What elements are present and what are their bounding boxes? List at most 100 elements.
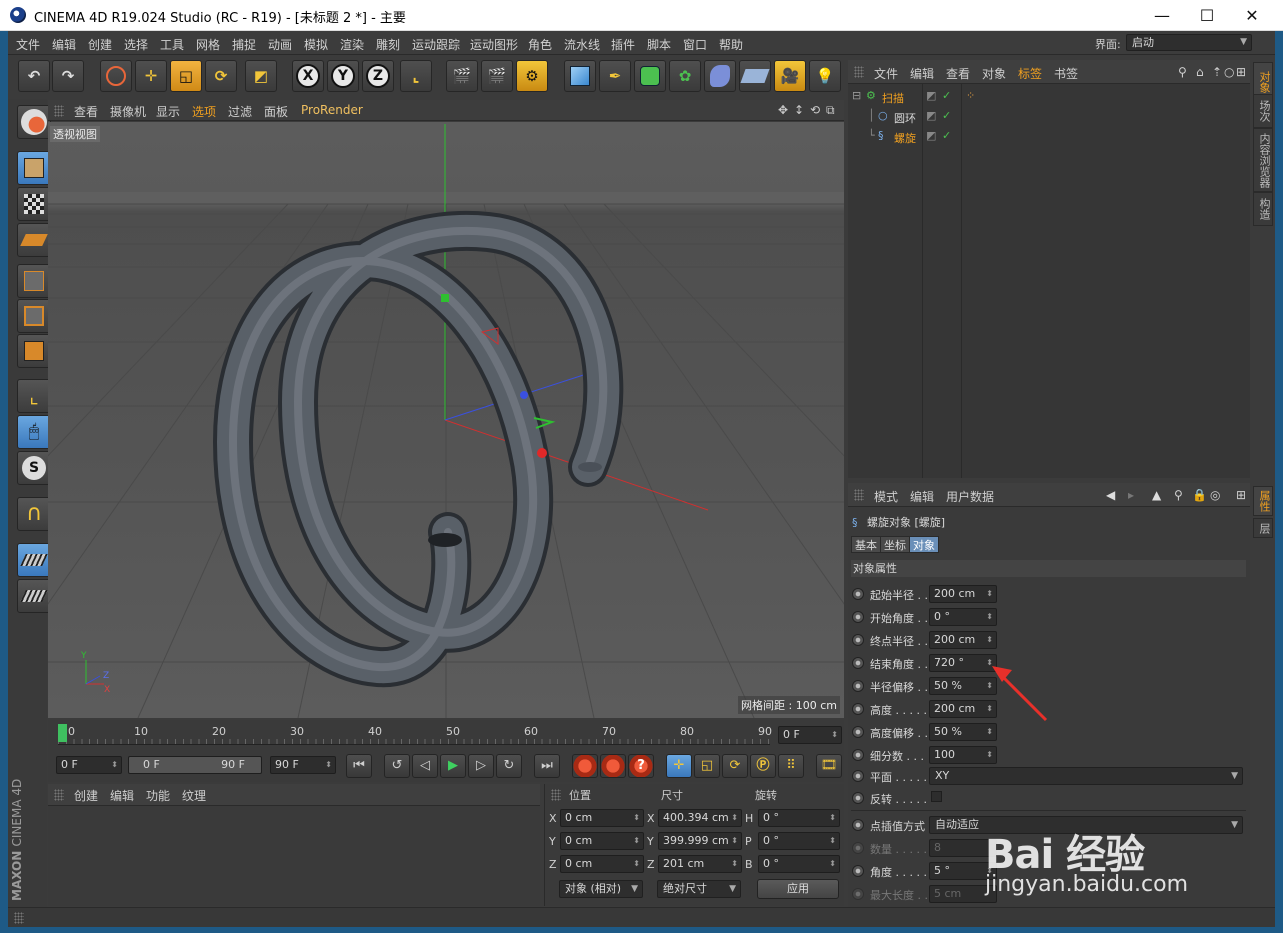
material-menu-create[interactable]: 创建 — [74, 787, 98, 804]
start-frame-field[interactable]: 0 F ⬍ — [56, 756, 122, 774]
object-name[interactable]: 扫描 — [882, 90, 904, 106]
rot-h-field[interactable]: 0 ° ⬍ — [758, 809, 840, 827]
end-radius-field[interactable]: 200 cm ⬍ — [929, 631, 997, 649]
menu-edit[interactable]: 编辑 — [52, 36, 76, 53]
edges-mode-button[interactable] — [17, 299, 51, 333]
frame-range-slider[interactable]: 0 F 90 F — [128, 756, 262, 774]
coordinate-system-button[interactable]: ⌞ — [400, 60, 432, 92]
animate-radio-icon[interactable] — [852, 634, 864, 646]
size-z-field[interactable]: 201 cm ⬍ — [658, 855, 742, 873]
plane-select[interactable]: XY ▼ — [929, 767, 1243, 785]
up-arrow-icon[interactable]: ▲ — [1152, 488, 1161, 502]
redo-button[interactable]: ↷ — [52, 60, 84, 92]
animate-radio-icon[interactable] — [852, 749, 864, 761]
polygons-mode-button[interactable] — [17, 334, 51, 368]
material-menu-edit[interactable]: 编辑 — [110, 787, 134, 804]
drag-handle-icon[interactable] — [54, 105, 64, 117]
timeline-ruler[interactable]: 0 10 20 30 40 50 60 70 80 90 0 F ⬍ — [48, 720, 844, 750]
animate-radio-icon[interactable] — [852, 680, 864, 692]
right-tab-takes[interactable]: 场次 — [1253, 94, 1273, 128]
search-icon[interactable]: ⚲ — [1178, 65, 1187, 79]
back-arrow-icon[interactable]: ◀ — [1106, 488, 1115, 502]
start-angle-field[interactable]: 0 ° ⬍ — [929, 608, 997, 626]
menu-help[interactable]: 帮助 — [719, 36, 743, 53]
end-angle-field[interactable]: 720 ° ⬍ — [929, 654, 997, 672]
visibility-icon[interactable]: ◩ — [926, 129, 936, 142]
viewport-menu-camera[interactable]: 摄像机 — [110, 103, 146, 120]
snap-button[interactable]: S — [17, 451, 51, 485]
visibility-icon[interactable]: ◩ — [926, 109, 936, 122]
previous-frame-button[interactable]: ◁ — [412, 754, 438, 778]
lock-icon[interactable]: ○ — [1224, 65, 1234, 79]
coordinate-mode-select[interactable]: 对象 (相对) ▼ — [559, 880, 643, 898]
tab-object[interactable]: 对象 — [909, 536, 939, 553]
move-tool-button[interactable]: ✛ — [135, 60, 167, 92]
animate-radio-icon[interactable] — [852, 770, 864, 782]
workplane-button[interactable] — [17, 223, 51, 257]
enabled-check-icon[interactable]: ✓ — [942, 129, 951, 142]
render-picture-viewer-button[interactable]: 🎬 — [481, 60, 513, 92]
z-handle[interactable] — [520, 391, 528, 399]
object-row-circle[interactable]: │ ○ 圆环 ◩ ✓ — [848, 106, 1250, 126]
next-key-button[interactable]: ↻ — [496, 754, 522, 778]
object-list[interactable]: ⊟ ⚙ 扫描 ◩ ✓ ⁘ │ ○ 圆环 ◩ ✓ └ § 螺旋 ◩ ✓ — [848, 84, 1250, 478]
right-tab-structure[interactable]: 构造 — [1253, 192, 1273, 226]
enabled-check-icon[interactable]: ✓ — [942, 89, 951, 102]
menu-mesh[interactable]: 网格 — [196, 36, 220, 53]
lock-icon[interactable]: 🔒 — [1192, 488, 1207, 502]
forward-arrow-icon[interactable]: ▸ — [1128, 488, 1134, 502]
om-menu-view[interactable]: 查看 — [946, 65, 970, 82]
object-row-sweep[interactable]: ⊟ ⚙ 扫描 ◩ ✓ ⁘ — [848, 86, 1250, 106]
texture-mode-button[interactable] — [17, 187, 51, 221]
viewport-menu-filter[interactable]: 过滤 — [228, 103, 252, 120]
play-button[interactable]: ▶ — [440, 754, 466, 778]
menu-create[interactable]: 创建 — [88, 36, 112, 53]
recent-tool-button[interactable]: ◩ — [245, 60, 277, 92]
target-icon[interactable]: ◎ — [1210, 488, 1220, 502]
animate-radio-icon[interactable] — [852, 726, 864, 738]
workplane-lock-button[interactable] — [17, 543, 51, 577]
magnet-button[interactable]: ∩ — [17, 497, 51, 531]
up-icon[interactable]: ⇡ — [1212, 65, 1222, 79]
size-x-field[interactable]: 400.394 cm ⬍ — [658, 809, 742, 827]
om-menu-bookmarks[interactable]: 书签 — [1054, 65, 1078, 82]
rot-p-field[interactable]: 0 ° ⬍ — [758, 832, 840, 850]
viewport-menu-view[interactable]: 查看 — [74, 103, 98, 120]
go-to-end-button[interactable]: ⏭ — [534, 754, 560, 778]
drag-handle-icon[interactable] — [54, 789, 64, 801]
am-menu-user-data[interactable]: 用户数据 — [946, 488, 994, 505]
menu-character[interactable]: 角色 — [528, 36, 552, 53]
viewport-menu-options[interactable]: 选项 — [192, 103, 216, 120]
key-scale-button[interactable]: ◱ — [694, 754, 720, 778]
menu-animate[interactable]: 动画 — [268, 36, 292, 53]
object-row-helix[interactable]: └ § 螺旋 ◩ ✓ — [848, 126, 1250, 146]
key-parameter-button[interactable]: Ⓟ — [750, 754, 776, 778]
animate-radio-icon[interactable] — [852, 657, 864, 669]
material-menu-texture[interactable]: 纹理 — [182, 787, 206, 804]
current-frame-field[interactable]: 0 F ⬍ — [778, 726, 842, 744]
start-radius-field[interactable]: 200 cm ⬍ — [929, 585, 997, 603]
key-position-button[interactable]: ✛ — [666, 754, 692, 778]
pos-y-field[interactable]: 0 cm ⬍ — [560, 832, 644, 850]
animate-radio-icon[interactable] — [852, 819, 864, 831]
cloner-button[interactable]: ✿ — [669, 60, 701, 92]
tweak-mode-button[interactable]: 🖱 — [17, 415, 51, 449]
menu-script[interactable]: 脚本 — [647, 36, 671, 53]
make-editable-button[interactable] — [17, 105, 51, 139]
reverse-checkbox[interactable] — [931, 791, 942, 802]
right-tab-attributes[interactable]: 属性 — [1253, 486, 1273, 516]
menu-render[interactable]: 渲染 — [340, 36, 364, 53]
helix-sweep-object[interactable] — [212, 211, 624, 688]
undo-button[interactable]: ↶ — [18, 60, 50, 92]
om-menu-edit[interactable]: 编辑 — [910, 65, 934, 82]
deformer-button[interactable] — [704, 60, 736, 92]
light-button[interactable]: 💡 — [809, 60, 841, 92]
menu-motion-tracking[interactable]: 运动跟踪 — [412, 36, 460, 53]
subdivisions-field[interactable]: 100 ⬍ — [929, 746, 997, 764]
am-menu-edit[interactable]: 编辑 — [910, 488, 934, 505]
apply-button[interactable]: 应用 — [757, 879, 839, 899]
drag-handle-icon[interactable] — [551, 789, 561, 801]
om-menu-objects[interactable]: 对象 — [982, 65, 1006, 82]
om-menu-tags[interactable]: 标签 — [1018, 65, 1042, 82]
timeline-window-button[interactable]: 🎞 — [816, 754, 842, 778]
